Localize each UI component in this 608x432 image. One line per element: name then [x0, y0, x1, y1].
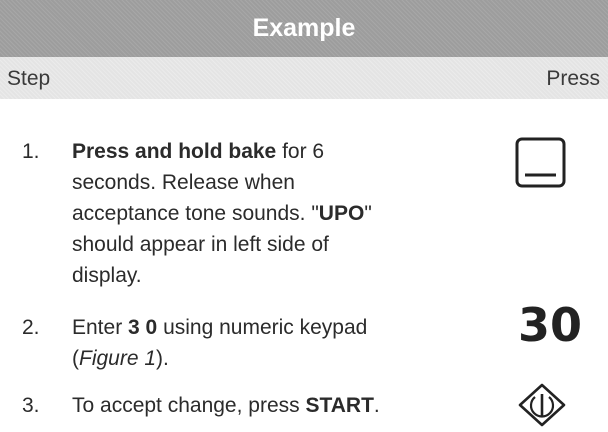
instruction-text: ). [156, 347, 169, 370]
instruction-italic: Figure 1 [79, 347, 157, 370]
column-header-row: Step Press [0, 57, 608, 99]
step-3: 3. To accept change, press START. [0, 390, 608, 421]
instruction-bold: 3 0 [128, 316, 158, 339]
instruction-text: Enter [72, 316, 129, 339]
step-number: 1. [22, 140, 40, 163]
bake-key-icon [515, 137, 566, 188]
numeric-entry-30: 30 [517, 298, 582, 352]
example-title: Example [252, 14, 356, 42]
instruction-bold: UPO [318, 202, 365, 225]
press-column-header: Press [546, 67, 600, 90]
example-title-bar: Example [0, 0, 608, 57]
step-instruction: Enter 3 0 using numeric keypad (Figure 1… [72, 312, 412, 374]
step-number: 3. [22, 394, 40, 417]
step-instruction: Press and hold bake for 6 seconds. Relea… [72, 136, 402, 291]
instruction-bold: START [305, 394, 374, 417]
instruction-text: . [373, 394, 380, 417]
step-column-header: Step [7, 67, 51, 90]
step-instruction: To accept change, press START. [72, 390, 492, 421]
instruction-text: To accept change, press [72, 394, 306, 417]
instruction-bold: Press and hold bake [72, 140, 277, 163]
step-number: 2. [22, 316, 40, 339]
start-key-icon [518, 383, 566, 427]
